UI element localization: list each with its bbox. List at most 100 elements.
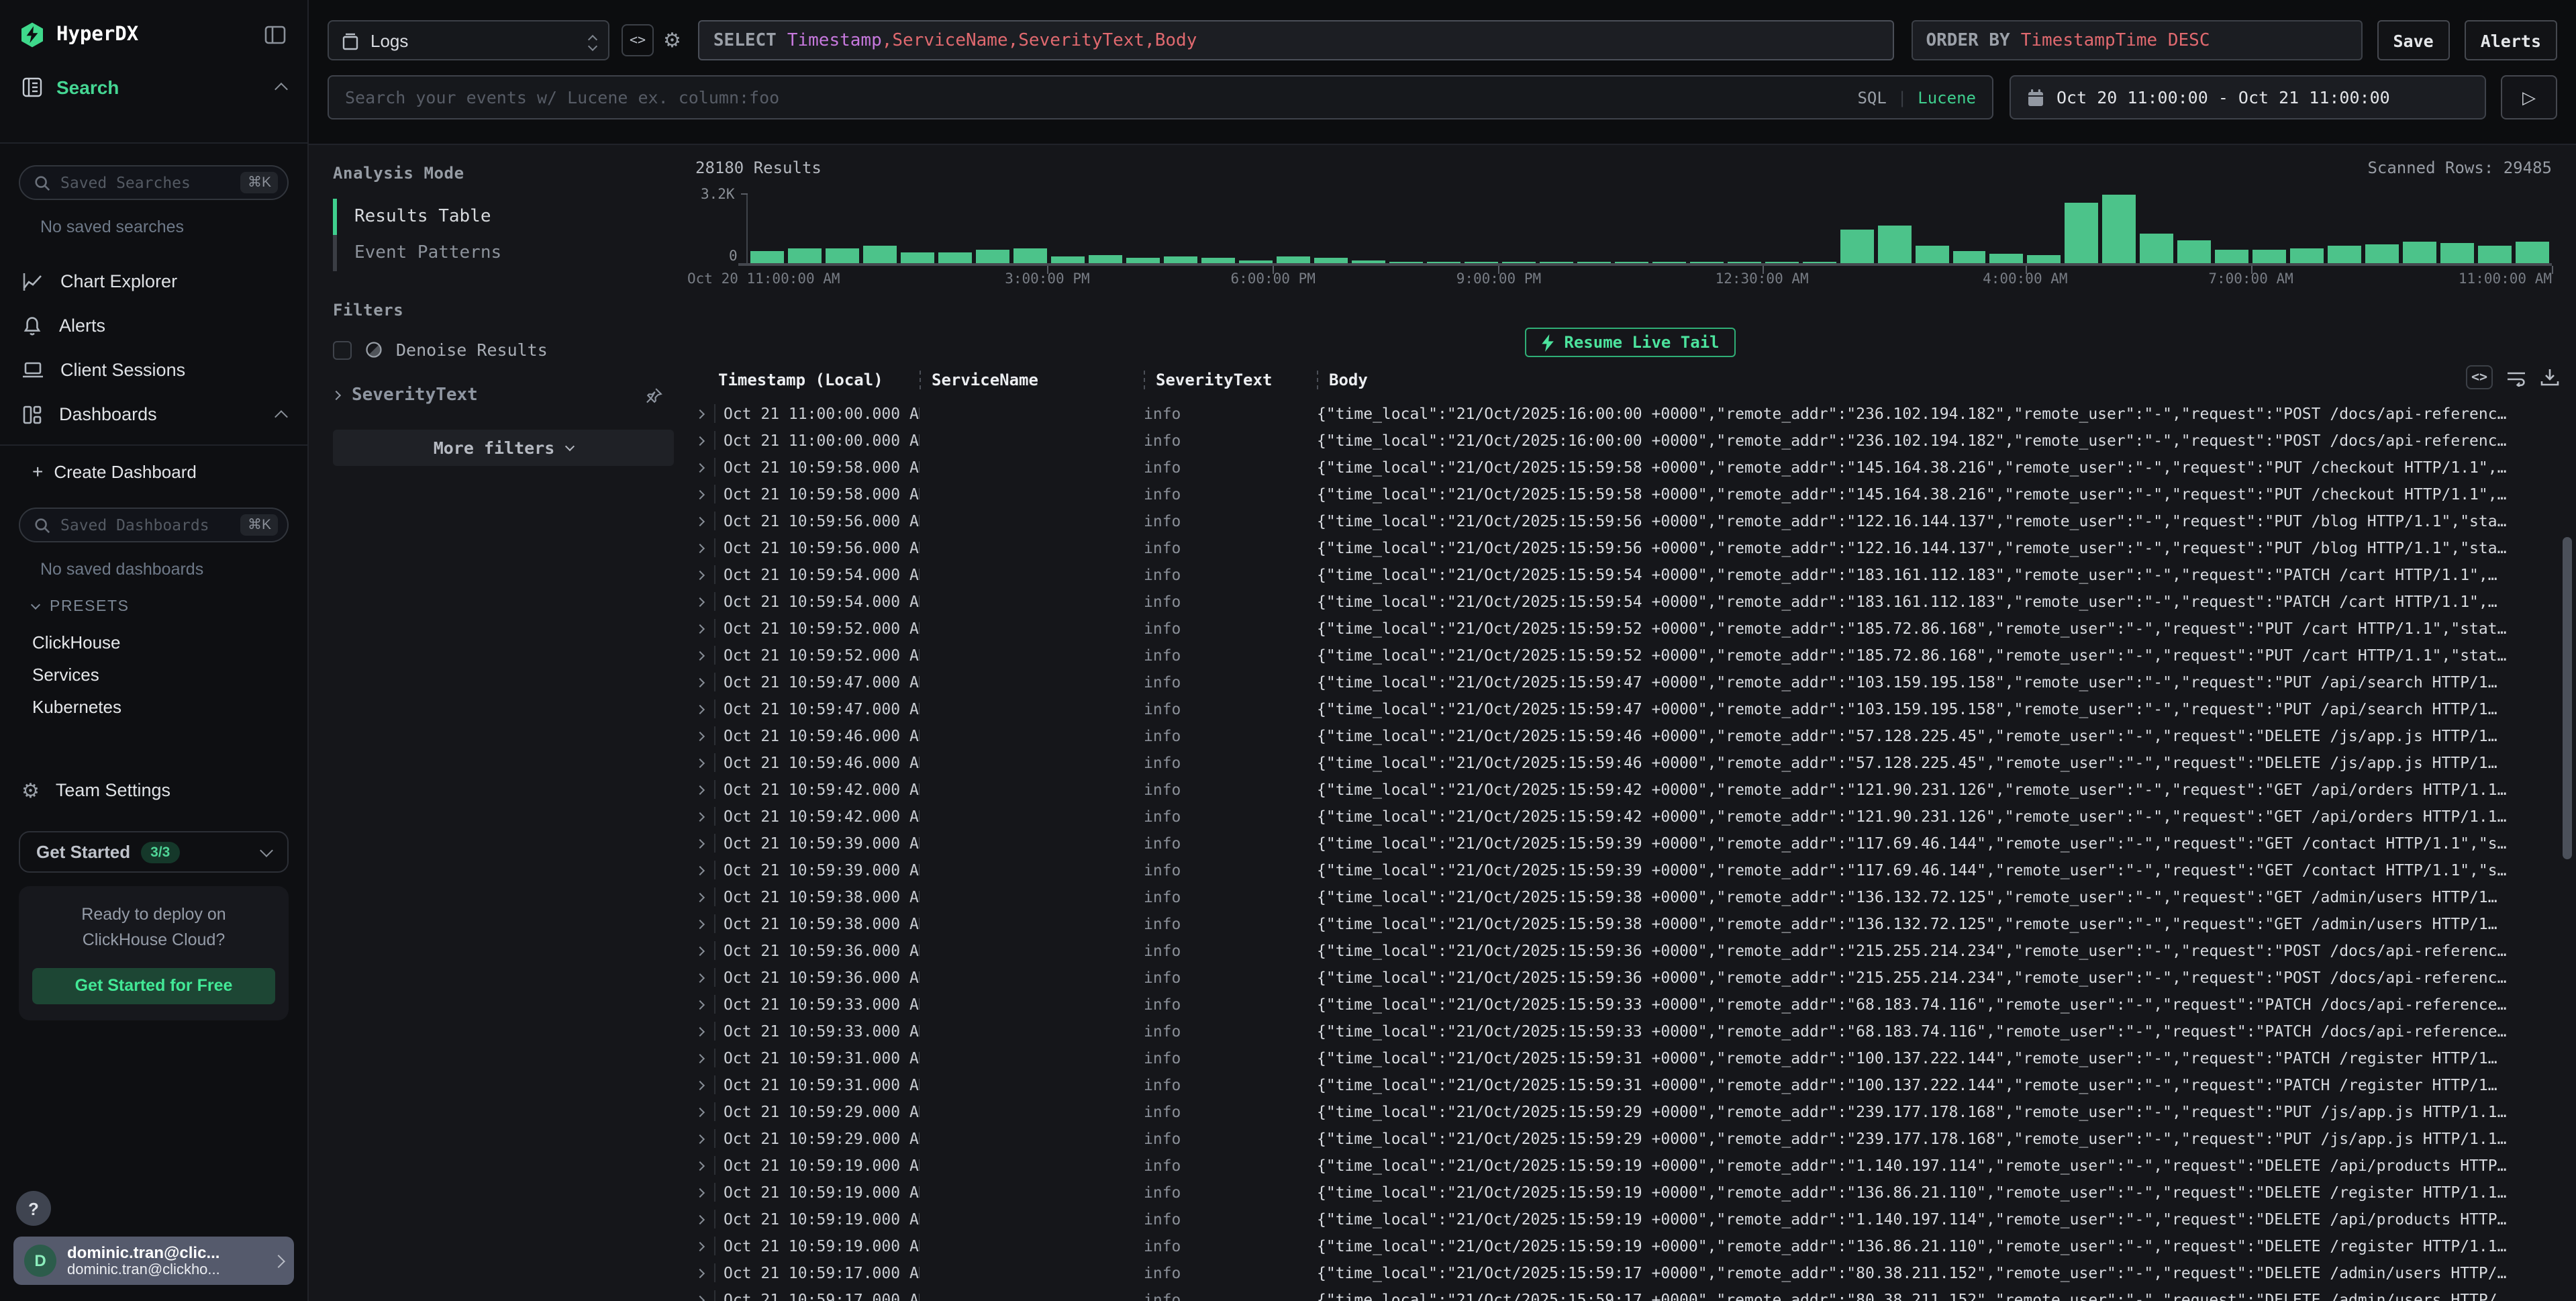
- raw-json-toggle-button[interactable]: <>: [2466, 365, 2493, 389]
- expand-row-icon[interactable]: [685, 840, 714, 847]
- expand-row-icon[interactable]: [685, 1296, 714, 1301]
- saved-dashboards-pill[interactable]: ⌘K: [19, 508, 289, 542]
- chart-bar[interactable]: [1013, 248, 1047, 263]
- chart-bar[interactable]: [1539, 262, 1573, 263]
- chart-bar[interactable]: [2441, 244, 2475, 263]
- log-row[interactable]: Oct 21 11:00:00.000 AMinfo{"time_local":…: [685, 400, 2576, 427]
- preset-item-clickhouse[interactable]: ClickHouse: [0, 626, 307, 658]
- log-row[interactable]: Oct 21 10:59:39.000 AMinfo{"time_local":…: [685, 830, 2576, 857]
- expand-row-icon[interactable]: [685, 1055, 714, 1061]
- saved-searches-pill[interactable]: ⌘K: [19, 165, 289, 200]
- chart-bar[interactable]: [1352, 260, 1385, 263]
- wrap-lines-icon[interactable]: [2506, 369, 2526, 386]
- chart-bar[interactable]: [1164, 256, 1197, 263]
- log-row[interactable]: Oct 21 10:59:19.000 AMinfo{"time_local":…: [685, 1152, 2576, 1179]
- chart-bar[interactable]: [1426, 262, 1460, 263]
- chart-bar[interactable]: [1915, 246, 1948, 263]
- severity-filter-toggle[interactable]: SeverityText: [333, 385, 674, 405]
- chart-bar[interactable]: [2328, 246, 2362, 263]
- date-range-picker[interactable]: Oct 20 11:00:00 - Oct 21 11:00:00: [2010, 75, 2486, 119]
- log-row[interactable]: Oct 21 10:59:46.000 AMinfo{"time_local":…: [685, 722, 2576, 749]
- preset-item-kubernetes[interactable]: Kubernetes: [0, 690, 307, 722]
- mode-event-patterns[interactable]: Event Patterns: [333, 235, 674, 271]
- user-menu[interactable]: D dominic.tran@clic... dominic.tran@clic…: [13, 1237, 294, 1285]
- expand-row-icon[interactable]: [685, 974, 714, 981]
- chart-bar[interactable]: [2103, 195, 2136, 263]
- log-row[interactable]: Oct 21 10:59:52.000 AMinfo{"time_local":…: [685, 615, 2576, 642]
- order-by-input[interactable]: ORDER BY TimestampTime DESC: [1911, 20, 2362, 60]
- log-row[interactable]: Oct 21 10:59:47.000 AMinfo{"time_local":…: [685, 695, 2576, 722]
- chart-bar[interactable]: [901, 252, 934, 263]
- chart-bar[interactable]: [1314, 257, 1348, 263]
- log-row[interactable]: Oct 21 10:59:54.000 AMinfo{"time_local":…: [685, 561, 2576, 588]
- expand-row-icon[interactable]: [685, 1135, 714, 1142]
- chart-bar[interactable]: [2253, 250, 2287, 263]
- expand-row-icon[interactable]: [685, 894, 714, 900]
- chart-bar[interactable]: [1727, 262, 1761, 263]
- chart-bar[interactable]: [1051, 256, 1085, 263]
- chart-bar[interactable]: [1689, 262, 1723, 263]
- chart-bar[interactable]: [2404, 242, 2437, 263]
- chart-bar[interactable]: [2516, 242, 2550, 264]
- expand-row-icon[interactable]: [685, 437, 714, 444]
- log-row[interactable]: Oct 21 10:59:31.000 AMinfo{"time_local":…: [685, 1071, 2576, 1098]
- log-row[interactable]: Oct 21 10:59:17.000 AMinfo{"time_local":…: [685, 1286, 2576, 1301]
- log-row[interactable]: Oct 21 10:59:29.000 AMinfo{"time_local":…: [685, 1098, 2576, 1125]
- saved-dashboards-input[interactable]: [60, 516, 232, 534]
- sidebar-item-client-sessions[interactable]: Client Sessions: [0, 348, 307, 392]
- chart-bar[interactable]: [1577, 262, 1610, 263]
- chart-bar[interactable]: [1464, 262, 1497, 263]
- sidebar-item-dashboards[interactable]: Dashboards: [0, 392, 307, 436]
- log-row[interactable]: Oct 21 10:59:38.000 AMinfo{"time_local":…: [685, 910, 2576, 937]
- expand-row-icon[interactable]: [685, 571, 714, 578]
- expand-row-icon[interactable]: [685, 1081, 714, 1088]
- chart-bar[interactable]: [2065, 203, 2099, 263]
- log-row[interactable]: Oct 21 10:59:19.000 AMinfo{"time_local":…: [685, 1206, 2576, 1233]
- log-row[interactable]: Oct 21 10:59:42.000 AMinfo{"time_local":…: [685, 776, 2576, 803]
- chart-bar[interactable]: [1277, 257, 1310, 263]
- log-row[interactable]: Oct 21 10:59:19.000 AMinfo{"time_local":…: [685, 1179, 2576, 1206]
- get-started-toggle[interactable]: Get Started 3/3: [19, 831, 289, 873]
- source-select[interactable]: Logs: [328, 20, 609, 60]
- create-dashboard-button[interactable]: + Create Dashboard: [0, 451, 307, 491]
- alerts-button[interactable]: Alerts: [2465, 20, 2557, 60]
- chart-bar[interactable]: [750, 251, 784, 263]
- sidebar-item-alerts[interactable]: Alerts: [0, 303, 307, 348]
- log-row[interactable]: Oct 21 10:59:39.000 AMinfo{"time_local":…: [685, 857, 2576, 883]
- language-toggle-lucene[interactable]: Lucene: [1918, 88, 1976, 107]
- run-query-button[interactable]: ▷: [2501, 75, 2557, 119]
- chart-bar[interactable]: [2479, 246, 2512, 263]
- chart-bar[interactable]: [863, 246, 897, 263]
- chart-bar[interactable]: [1652, 262, 1685, 263]
- chart-bar[interactable]: [1201, 258, 1235, 263]
- expand-row-icon[interactable]: [685, 1028, 714, 1034]
- expand-row-icon[interactable]: [685, 1162, 714, 1169]
- column-header-body[interactable]: Body: [1317, 370, 2576, 389]
- help-button[interactable]: ?: [16, 1191, 51, 1226]
- expand-row-icon[interactable]: [685, 491, 714, 497]
- expand-row-icon[interactable]: [685, 1216, 714, 1222]
- chart-bar[interactable]: [2366, 244, 2399, 263]
- log-row[interactable]: Oct 21 10:59:46.000 AMinfo{"time_local":…: [685, 749, 2576, 776]
- expand-row-icon[interactable]: [685, 652, 714, 659]
- save-button[interactable]: Save: [2377, 20, 2449, 60]
- expand-row-icon[interactable]: [685, 518, 714, 524]
- log-row[interactable]: Oct 21 10:59:42.000 AMinfo{"time_local":…: [685, 803, 2576, 830]
- chart-bar[interactable]: [1239, 260, 1273, 263]
- chart-bar[interactable]: [1501, 262, 1535, 263]
- sidebar-item-team-settings[interactable]: ⚙ Team Settings: [0, 768, 307, 812]
- chart-bar[interactable]: [2028, 256, 2061, 263]
- download-icon[interactable]: [2540, 368, 2560, 387]
- expand-row-icon[interactable]: [685, 1269, 714, 1276]
- chart-bar[interactable]: [788, 248, 822, 263]
- column-header-timestamp[interactable]: Timestamp (Local): [718, 370, 920, 389]
- log-row[interactable]: Oct 21 10:59:31.000 AMinfo{"time_local":…: [685, 1045, 2576, 1071]
- denoise-checkbox[interactable]: [333, 340, 352, 359]
- log-row[interactable]: Oct 21 10:59:38.000 AMinfo{"time_local":…: [685, 883, 2576, 910]
- log-row[interactable]: Oct 21 10:59:56.000 AMinfo{"time_local":…: [685, 534, 2576, 561]
- column-header-severitytext[interactable]: SeverityText: [1144, 370, 1317, 389]
- log-row[interactable]: Oct 21 10:59:47.000 AMinfo{"time_local":…: [685, 669, 2576, 695]
- log-row[interactable]: Oct 21 10:59:33.000 AMinfo{"time_local":…: [685, 1018, 2576, 1045]
- pin-icon[interactable]: [644, 386, 663, 405]
- preset-item-services[interactable]: Services: [0, 658, 307, 690]
